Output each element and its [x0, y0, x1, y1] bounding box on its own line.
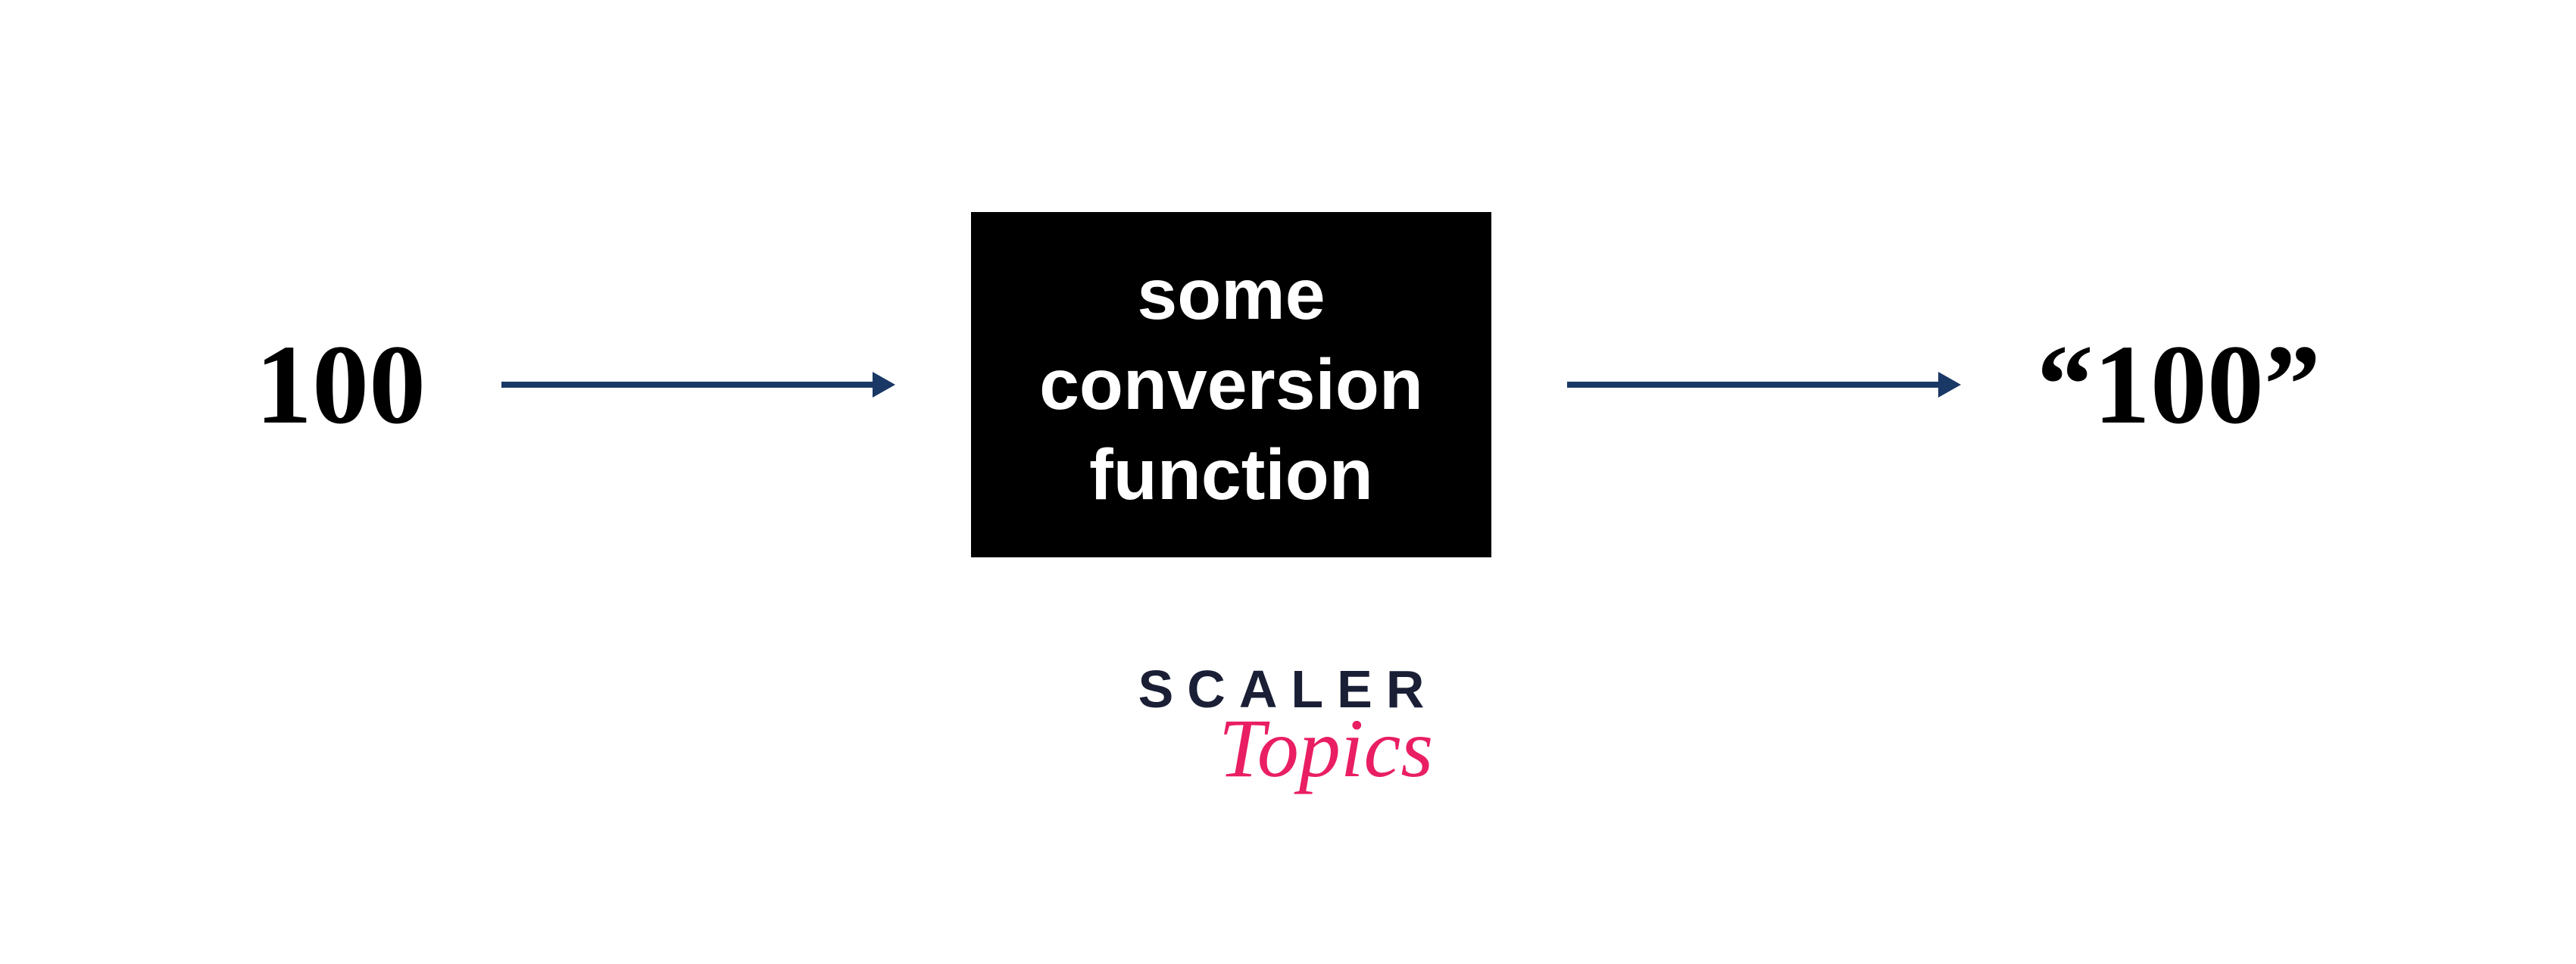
logo-text-topics: Topics: [1176, 700, 1476, 797]
arrow-icon: [501, 366, 895, 404]
conversion-function-box: some conversion function: [971, 212, 1491, 557]
scaler-topics-logo: SCALER Topics: [1138, 659, 1438, 797]
box-text-line1: some: [1039, 250, 1423, 340]
arrow-icon: [1567, 366, 1961, 404]
conversion-diagram: 100 some conversion function “100”: [0, 212, 2576, 557]
output-string: “100”: [2037, 320, 2321, 450]
box-text-line3: function: [1039, 430, 1423, 520]
box-text-line2: conversion: [1039, 340, 1423, 430]
input-number: 100: [255, 320, 426, 450]
